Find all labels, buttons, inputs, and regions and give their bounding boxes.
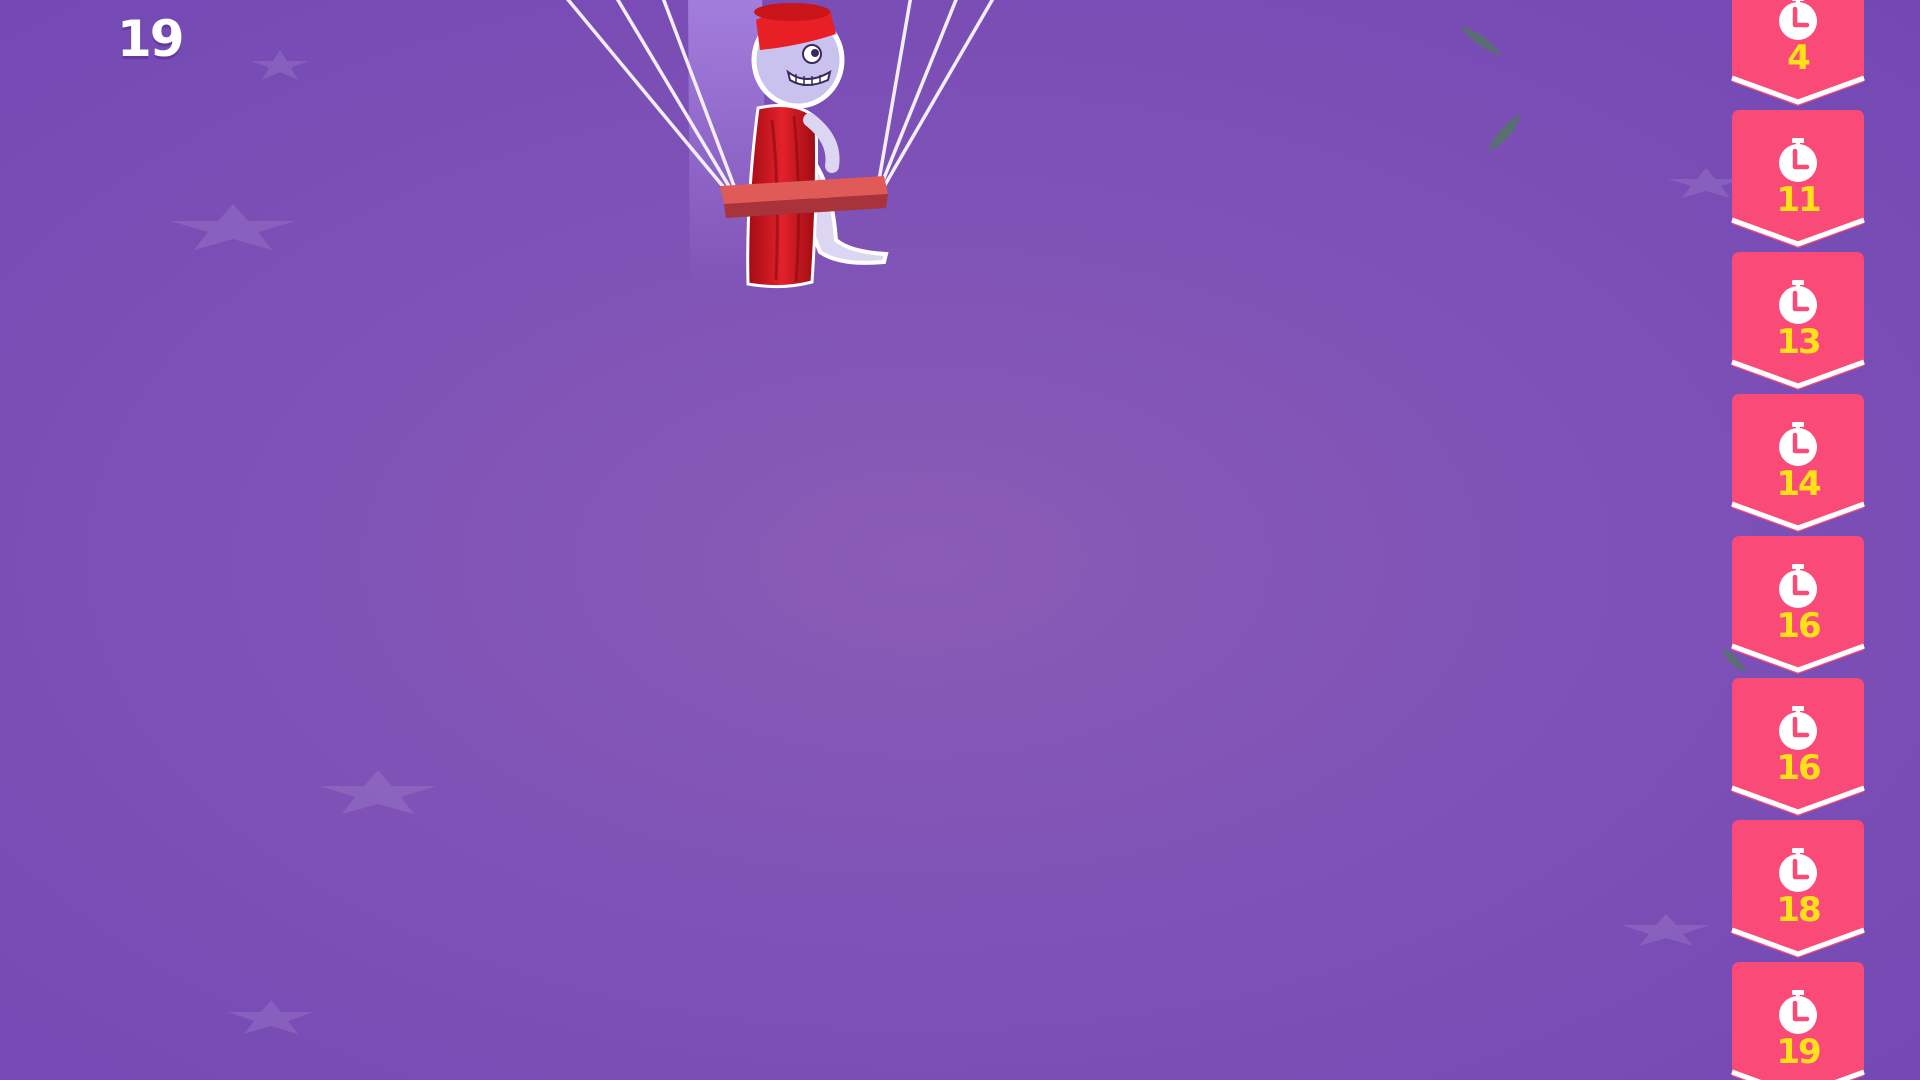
badge-value: 14 xyxy=(1776,464,1821,504)
badge-value: 11 xyxy=(1776,180,1821,220)
background-star xyxy=(252,50,308,80)
score-counter: 19 xyxy=(117,10,185,68)
timer-badge-list: 4 11 13 14 16 16 18 19 xyxy=(1730,0,1866,1080)
timer-badge[interactable]: 16 xyxy=(1730,534,1866,676)
badge-value: 16 xyxy=(1776,606,1821,646)
background-star xyxy=(320,770,436,814)
background-star xyxy=(170,204,296,250)
timer-badge[interactable]: 18 xyxy=(1730,818,1866,960)
leaf xyxy=(1488,114,1520,152)
stopwatch-icon xyxy=(1779,280,1817,324)
stopwatch-icon xyxy=(1779,990,1817,1034)
stopwatch-icon xyxy=(1779,0,1817,40)
badge-value: 19 xyxy=(1776,1032,1821,1072)
swing-ropes-right xyxy=(876,0,995,191)
timer-badge[interactable]: 4 xyxy=(1730,0,1866,108)
stopwatch-icon xyxy=(1779,564,1817,608)
background-star xyxy=(228,1000,314,1034)
stopwatch-icon xyxy=(1779,848,1817,892)
timer-badge[interactable]: 19 xyxy=(1730,960,1866,1080)
background-star xyxy=(1622,914,1710,946)
badge-value: 13 xyxy=(1776,322,1821,362)
game-scene: 19 4 11 13 14 16 16 18 19 xyxy=(0,0,1920,1080)
timer-badge[interactable]: 16 xyxy=(1730,676,1866,818)
badge-value: 18 xyxy=(1776,890,1821,930)
timer-badge[interactable]: 14 xyxy=(1730,392,1866,534)
stopwatch-icon xyxy=(1779,422,1817,466)
badge-value: 4 xyxy=(1787,38,1811,78)
stopwatch-icon xyxy=(1779,706,1817,750)
stopwatch-icon xyxy=(1779,138,1817,182)
player-character xyxy=(566,0,995,290)
timer-badge[interactable]: 13 xyxy=(1730,250,1866,392)
badge-value: 16 xyxy=(1776,748,1821,788)
timer-badge[interactable]: 11 xyxy=(1730,108,1866,250)
leaf xyxy=(1460,26,1502,56)
